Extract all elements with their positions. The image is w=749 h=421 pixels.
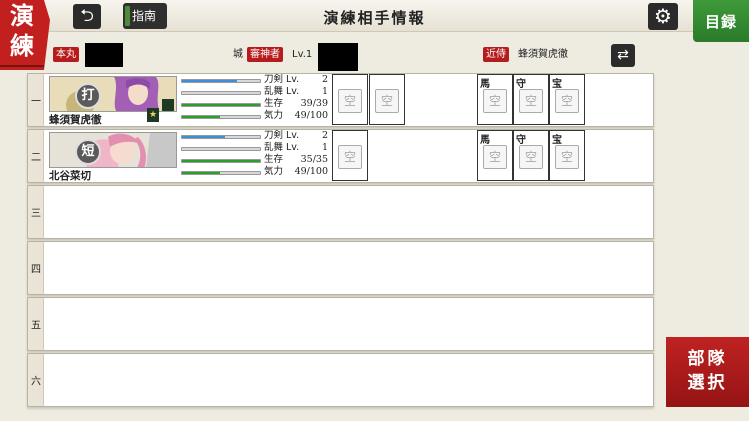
row-number: 六 (28, 354, 44, 406)
swap-arrows-icon: ⇄ (617, 47, 629, 63)
treasure-slot[interactable]: 宝空 (549, 74, 585, 125)
settings-button[interactable]: ⚙ (648, 3, 678, 30)
empty-slot: 空 (555, 89, 579, 113)
back-button[interactable]: ⮌ (73, 4, 101, 29)
lv-label: Lv. (286, 74, 300, 85)
guard-slot[interactable]: 守空 (513, 130, 549, 181)
lv-label: Lv. (286, 142, 300, 153)
row-number: 四 (28, 242, 44, 294)
equip-slot-1[interactable]: 空 (332, 130, 368, 181)
stat-bars (181, 76, 261, 127)
row-number: 三 (28, 186, 44, 238)
gear-icon: ⚙ (654, 4, 672, 28)
hp-bar (181, 103, 261, 107)
row-number: 五 (28, 298, 44, 350)
sword-level: 2 (321, 130, 328, 141)
treasure-label: 宝 (552, 79, 562, 90)
unit-select-button[interactable]: 部隊 選択 (666, 337, 749, 407)
ranbu-level: 1 (321, 86, 328, 97)
stat-label: 乱舞 (264, 142, 284, 153)
unit-row-6[interactable]: 六 (27, 353, 654, 407)
ranbu-exp-bar (181, 91, 261, 95)
unit-row-3[interactable]: 三 (27, 185, 654, 239)
stat-label: 生存 (264, 98, 284, 109)
equip-slot-1[interactable]: 空 (332, 74, 368, 125)
stat-label: 乱舞 (264, 86, 284, 97)
empty-slot: 空 (338, 89, 362, 113)
mode-badge: 演練 (0, 0, 50, 70)
sword-portrait: 短 (49, 132, 177, 168)
honmaru-tag: 本丸 (53, 47, 79, 62)
morale-value: 49/100 (294, 110, 328, 121)
morale-value: 49/100 (294, 166, 328, 177)
stat-bars (181, 132, 261, 183)
mode-label: 演練 (10, 1, 34, 60)
saniwa-level: Lv.1 (292, 49, 313, 60)
ranbu-level: 1 (321, 142, 328, 153)
stat-label: 刀剣 (264, 74, 284, 85)
hp-bar (181, 159, 261, 163)
treasure-slot[interactable]: 宝空 (549, 130, 585, 181)
guard-slot[interactable]: 守空 (513, 74, 549, 125)
list-button[interactable]: 目録 (693, 0, 749, 42)
horse-slot[interactable]: 馬空 (477, 130, 513, 181)
sword-portrait: 打 (49, 76, 177, 112)
unit-row-2[interactable]: 二 短 北谷菜切 刀剣 Lv. 2 乱舞 Lv. 1 生存 35/35 気力 49/100 … (27, 129, 654, 183)
empty-slot: 空 (555, 145, 579, 169)
hp-value: 35/35 (300, 154, 328, 165)
swap-button[interactable]: ⇄ (611, 44, 635, 67)
lv-label: Lv. (286, 86, 300, 97)
stat-label: 気力 (264, 110, 284, 121)
empty-slot: 空 (338, 145, 362, 169)
empty-slot: 空 (483, 145, 507, 169)
top-bar: 演練相手情報 ⮌ 指南 ⚙ (0, 0, 749, 32)
guide-tag-icon (125, 6, 130, 26)
guard-label: 守 (516, 135, 526, 146)
lv-label: Lv. (286, 130, 300, 141)
treasure-label: 宝 (552, 135, 562, 146)
morale-bar (181, 171, 261, 175)
stat-label: 生存 (264, 154, 284, 165)
empty-slot: 空 (519, 89, 543, 113)
stat-values: 刀剣 Lv. 2 乱舞 Lv. 1 生存 39/39 気力 49/100 (264, 74, 328, 122)
row-number: 一 (28, 74, 44, 126)
honmaru-name-redacted (85, 43, 123, 67)
sword-level: 2 (321, 74, 328, 85)
back-arrow-icon: ⮌ (80, 6, 94, 26)
horse-slot[interactable]: 馬空 (477, 74, 513, 125)
unit-row-1[interactable]: 一 打 ★ 蜂須賀虎徹 刀剣 Lv. 2 乱舞 Lv. 1 生存 39/39 気力 49/1… (27, 73, 654, 127)
guide-label: 指南 (132, 9, 157, 23)
castle-label: 城 (233, 49, 243, 60)
stat-label: 刀剣 (264, 130, 284, 141)
unit-select-label: 部隊 選択 (687, 349, 728, 393)
empty-slot: 空 (375, 89, 399, 113)
horse-label: 馬 (480, 135, 490, 146)
type-badge: 短 (75, 139, 101, 165)
type-badge: 打 (75, 83, 101, 109)
guide-button[interactable]: 指南 (123, 3, 167, 29)
unit-row-5[interactable]: 五 (27, 297, 654, 351)
rank-badge: ★ (147, 108, 159, 122)
sword-name: 蜂須賀虎徹 (49, 114, 102, 126)
empty-slot: 空 (519, 145, 543, 169)
hp-value: 39/39 (300, 98, 328, 109)
stat-label: 気力 (264, 166, 284, 177)
equip-slot-2[interactable]: 空 (369, 74, 405, 125)
guard-label: 守 (516, 79, 526, 90)
sword-name: 北谷菜切 (49, 170, 91, 182)
row-number: 二 (28, 130, 44, 182)
kinji-tag: 近侍 (483, 47, 509, 62)
morale-bar (181, 115, 261, 119)
sword-exp-bar (181, 135, 261, 139)
sword-exp-bar (181, 79, 261, 83)
kinji-name: 蜂須賀虎徹 (518, 49, 568, 60)
saniwa-name-redacted (318, 43, 358, 71)
page-title: 演練相手情報 (323, 9, 426, 27)
ranbu-exp-bar (181, 147, 261, 151)
horse-label: 馬 (480, 79, 490, 90)
unit-row-4[interactable]: 四 (27, 241, 654, 295)
empty-slot: 空 (483, 89, 507, 113)
saniwa-tag: 審神者 (247, 47, 283, 62)
stat-values: 刀剣 Lv. 2 乱舞 Lv. 1 生存 35/35 気力 49/100 (264, 130, 328, 178)
